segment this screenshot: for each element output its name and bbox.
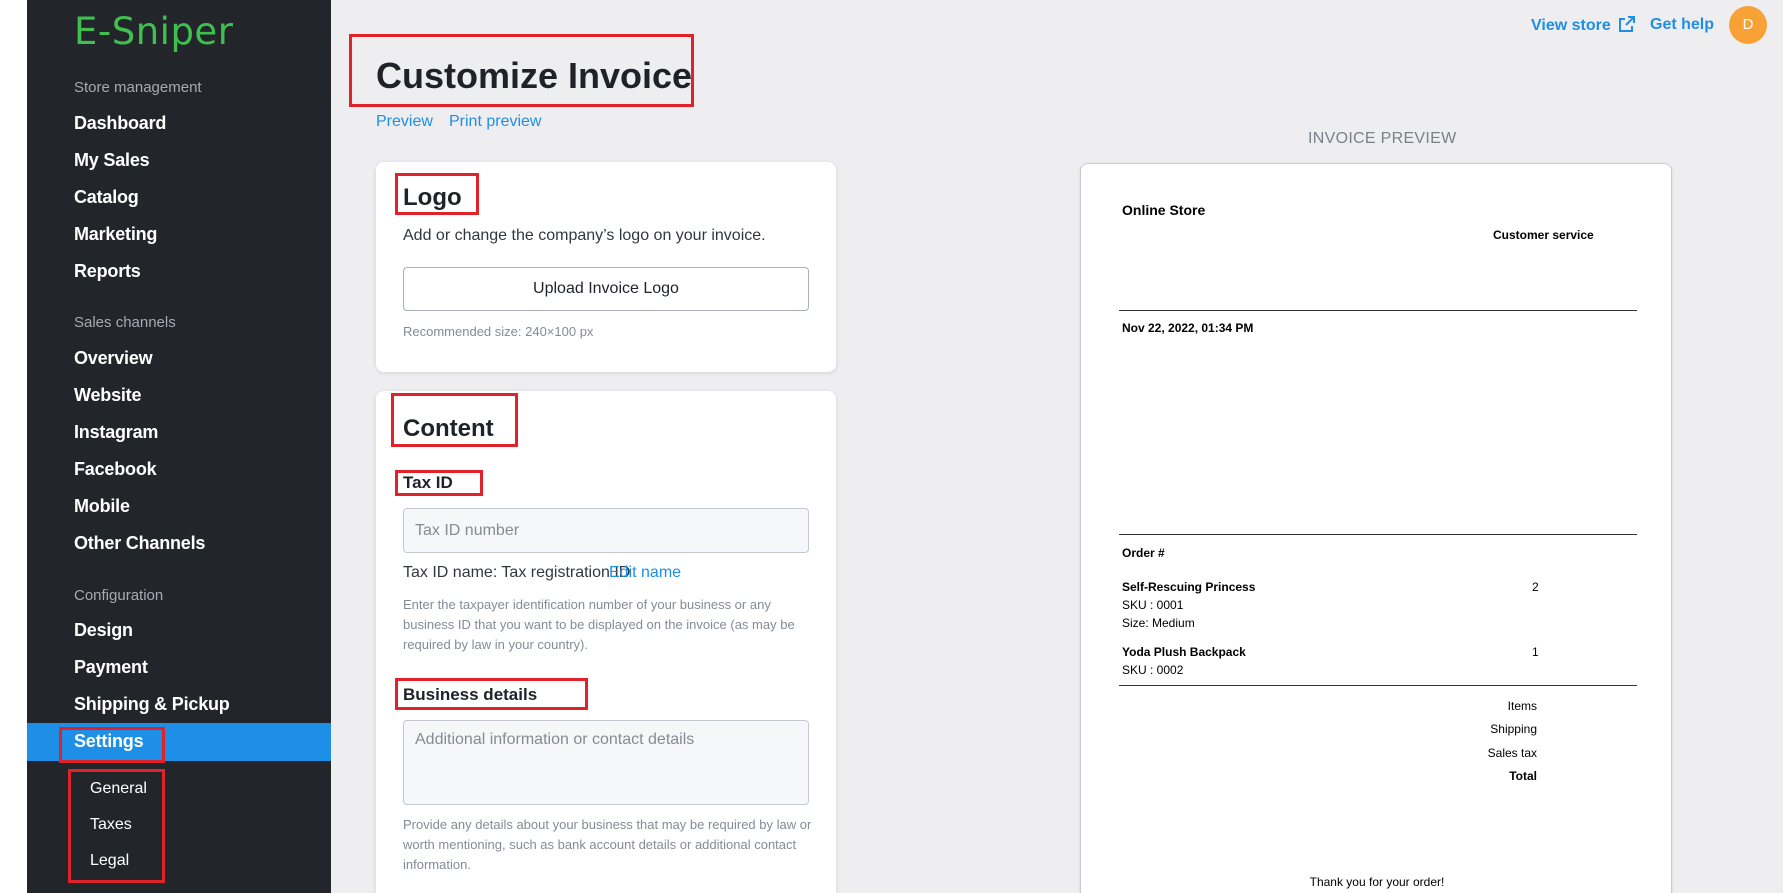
sidebar-item-catalog[interactable]: Catalog bbox=[74, 187, 139, 208]
tax-id-hint: Enter the taxpayer identification number… bbox=[403, 597, 795, 652]
sidebar-item-my-sales[interactable]: My Sales bbox=[74, 150, 150, 171]
sidebar-item-mobile[interactable]: Mobile bbox=[74, 496, 130, 517]
logo-card: Logo Add or change the company’s logo on… bbox=[376, 162, 836, 372]
sidebar: E-Sniper Store management Dashboard My S… bbox=[27, 0, 331, 893]
invoice-divider bbox=[1119, 534, 1637, 535]
tax-id-name-text: Tax ID name: Tax registration ID bbox=[403, 564, 631, 581]
sidebar-item-reports[interactable]: Reports bbox=[74, 261, 141, 282]
invoice-item-sku: SKU : 0002 bbox=[1122, 663, 1184, 677]
invoice-total-sales-tax: Sales tax bbox=[1487, 746, 1537, 760]
section-label-configuration: Configuration bbox=[74, 587, 164, 604]
invoice-item-qty: 1 bbox=[1532, 645, 1539, 659]
sidebar-item-design[interactable]: Design bbox=[74, 620, 133, 641]
invoice-preview: Online Store Customer service Nov 22, 20… bbox=[1080, 163, 1672, 893]
sidebar-item-marketing[interactable]: Marketing bbox=[74, 224, 157, 245]
invoice-item-name: Self-Rescuing Princess bbox=[1122, 580, 1256, 594]
tax-id-input[interactable] bbox=[403, 508, 809, 553]
logo-size-hint: Recommended size: 240×100 px bbox=[403, 324, 594, 339]
sidebar-subitem-general[interactable]: General bbox=[90, 780, 147, 798]
sidebar-item-instagram[interactable]: Instagram bbox=[74, 422, 158, 443]
preview-link[interactable]: Preview bbox=[376, 113, 433, 131]
invoice-total: Total bbox=[1509, 769, 1537, 783]
sidebar-subitem-legal[interactable]: Legal bbox=[90, 852, 129, 870]
get-help-link[interactable]: Get help bbox=[1650, 16, 1714, 34]
business-details-textarea[interactable] bbox=[403, 720, 809, 805]
invoice-divider bbox=[1119, 310, 1637, 311]
invoice-date: Nov 22, 2022, 01:34 PM bbox=[1122, 321, 1254, 335]
sidebar-item-payment[interactable]: Payment bbox=[74, 657, 148, 678]
logo-card-description: Add or change the company’s logo on your… bbox=[403, 227, 766, 244]
business-details-label: Business details bbox=[403, 685, 538, 704]
external-link-icon bbox=[1619, 16, 1636, 32]
sidebar-subitem-taxes[interactable]: Taxes bbox=[90, 816, 132, 834]
sidebar-item-settings[interactable]: Settings bbox=[74, 731, 144, 752]
avatar[interactable]: D bbox=[1729, 6, 1767, 44]
sidebar-item-other-channels[interactable]: Other Channels bbox=[74, 533, 205, 554]
content-card-heading: Content bbox=[403, 415, 494, 442]
section-label-sales-channels: Sales channels bbox=[74, 314, 176, 331]
invoice-item-qty: 2 bbox=[1532, 580, 1539, 594]
brand-logo[interactable]: E-Sniper bbox=[74, 10, 233, 53]
sidebar-item-facebook[interactable]: Facebook bbox=[74, 459, 157, 480]
tax-id-label: Tax ID bbox=[403, 473, 453, 492]
print-preview-link[interactable]: Print preview bbox=[449, 113, 541, 131]
invoice-item-sku: SKU : 0001 bbox=[1122, 598, 1184, 612]
sidebar-item-dashboard[interactable]: Dashboard bbox=[74, 113, 166, 134]
invoice-total-items: Items bbox=[1507, 699, 1537, 713]
content-card: Content Tax ID Tax ID name: Tax registra… bbox=[376, 391, 836, 893]
invoice-customer-service: Customer service bbox=[1493, 228, 1594, 242]
invoice-item-name: Yoda Plush Backpack bbox=[1122, 645, 1246, 659]
edit-tax-id-name-link[interactable]: Edit name bbox=[609, 564, 681, 582]
page-title: Customize Invoice bbox=[376, 55, 693, 96]
sidebar-item-shipping-pickup[interactable]: Shipping & Pickup bbox=[74, 694, 230, 715]
logo-card-heading: Logo bbox=[403, 184, 462, 211]
invoice-order-label: Order # bbox=[1122, 546, 1165, 560]
view-store-link[interactable]: View store bbox=[1531, 16, 1636, 35]
sidebar-active-highlight bbox=[27, 723, 331, 761]
section-label-store-management: Store management bbox=[74, 79, 202, 96]
sidebar-item-overview[interactable]: Overview bbox=[74, 348, 153, 369]
view-store-label: View store bbox=[1531, 17, 1611, 34]
main-content: View store Get help D Customize Invoice … bbox=[331, 0, 1783, 893]
invoice-thank-you: Thank you for your order! bbox=[1309, 875, 1445, 889]
invoice-divider bbox=[1119, 685, 1637, 686]
invoice-item-option: Size: Medium bbox=[1122, 616, 1195, 630]
business-details-hint: Provide any details about your business … bbox=[403, 817, 812, 872]
invoice-total-shipping: Shipping bbox=[1490, 722, 1537, 736]
sidebar-item-website[interactable]: Website bbox=[74, 385, 141, 406]
invoice-store-name: Online Store bbox=[1122, 202, 1206, 218]
upload-invoice-logo-button[interactable]: Upload Invoice Logo bbox=[403, 267, 809, 311]
invoice-preview-label: INVOICE PREVIEW bbox=[1308, 130, 1457, 147]
